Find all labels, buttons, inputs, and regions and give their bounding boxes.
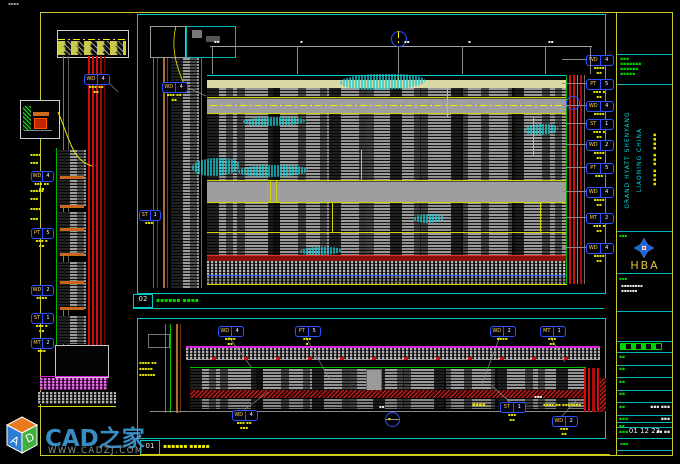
level-text: ▪▪▪	[534, 394, 542, 399]
dimension-tick	[462, 46, 463, 74]
fixing-square	[308, 357, 312, 360]
material-tag-note: ▪▪▪	[135, 221, 163, 226]
fixing-square	[468, 357, 472, 360]
material-tag-note: ▪▪▪▪ ▪▪	[582, 151, 616, 160]
dimension-tick	[212, 46, 213, 74]
tag-leader-line	[562, 247, 586, 248]
dimension-text: ▪▪	[548, 39, 553, 44]
fixing-square	[532, 357, 536, 360]
fixing-square	[276, 357, 280, 360]
material-tag-note: ▪▪▪▪	[27, 296, 56, 301]
leader-lines-overlay	[0, 0, 680, 464]
dimension-text: ▪▪	[404, 39, 409, 44]
dimension-tick	[545, 46, 546, 74]
annotation-text: ▪▪▪	[30, 160, 38, 165]
slab-note: ▪▪▪▪	[472, 402, 486, 408]
dimension-tick	[398, 46, 399, 74]
tag-leader-line	[562, 83, 586, 84]
material-tag-note: ▪▪▪▪ ▪▪	[582, 254, 616, 263]
fixing-square	[564, 357, 568, 360]
annotation-text: ▪▪▪▪▪	[30, 188, 44, 193]
fixing-square	[500, 357, 504, 360]
tag-leader-line	[562, 59, 586, 60]
dimension-tick	[590, 46, 591, 74]
material-tag-note: ▪▪▪▪	[486, 337, 518, 342]
material-tag-note: ▪▪▪▪	[582, 112, 616, 117]
annotation-text: ▪▪▪▪ ▪▪	[139, 360, 157, 365]
material-tag-note: ▪▪▪ ▪▪	[548, 427, 580, 436]
annotation-text: ▪▪▪▪	[30, 152, 41, 157]
fixing-square	[404, 357, 408, 360]
material-tag-note: ▪▪▪▪ ▪▪	[582, 66, 616, 75]
material-tag-note: ▪▪▪ ▪ ▪▪	[582, 224, 616, 233]
fixing-square	[372, 357, 376, 360]
level-text: ▪▪	[379, 404, 384, 409]
material-tag-note: ▪▪▪ ▪ ▪▪	[582, 90, 616, 99]
tag-leader-line	[562, 191, 586, 192]
fixing-square	[212, 357, 216, 360]
watermark-url: WWW.CADZJ.COM	[48, 446, 144, 456]
dimension-text: ▪▪	[214, 39, 219, 44]
material-tag-note: ▪▪▪ ▪▪	[536, 337, 568, 346]
material-tag-note: ▪▪▪ ▪▪	[496, 413, 528, 422]
material-tag-note: ▪▪▪	[582, 174, 616, 179]
fixing-square	[340, 357, 344, 360]
material-tag-note: ▪▪▪▪ ▪▪	[582, 198, 616, 207]
dimension-text: ▪	[468, 39, 471, 44]
dimension-text: ▪	[300, 39, 303, 44]
material-tag-note: ▪▪▪ ▪▪ ▪▪	[80, 85, 112, 94]
fixing-square	[244, 357, 248, 360]
cadzj-cube-icon: A D	[3, 415, 41, 457]
annotation-text: ▪▪▪	[30, 196, 38, 201]
material-tag-note: ▪▪▪ ▪	[291, 337, 323, 346]
tag-leader-line	[562, 144, 586, 145]
tag-leader-line	[562, 123, 586, 124]
section-mark-text: ▪	[388, 416, 391, 421]
annotation-text: ▪▪▪	[30, 216, 38, 221]
annotation-text: ▪▪▪▪▪	[139, 366, 153, 371]
cad-drawing-sheet: ▪▪▪▪	[0, 0, 680, 464]
annotation-text: ▪▪▪▪	[30, 206, 41, 211]
tag-leader-line	[562, 167, 586, 168]
material-tag-note: ▪▪▪▪ ▪▪	[214, 337, 246, 346]
material-tag-note: ▪▪▪	[27, 349, 56, 354]
long-note: ▪▪▪▪ ▪▪-▪▪▪▪▪▪▪	[543, 402, 581, 407]
tag-leader-line	[562, 105, 586, 106]
dimension-tick	[297, 46, 298, 74]
tag-leader-line	[562, 217, 586, 218]
fixing-square	[436, 357, 440, 360]
material-tag-note: ▪▪▪ ▪▪ ▪▪	[158, 93, 190, 102]
material-tag-note: ▪▪▪ ▪ ▪▪	[27, 239, 56, 248]
annotation-text: ▪▪▪▪▪▪	[139, 372, 155, 377]
material-tag-note: ▪▪▪ ▪ ▪▪	[27, 324, 56, 333]
material-tag-note: ▪▪▪ ▪ ▪▪	[582, 130, 616, 139]
material-tag-note: ▪▪▪ ▪▪ ▪▪▪	[228, 421, 260, 430]
